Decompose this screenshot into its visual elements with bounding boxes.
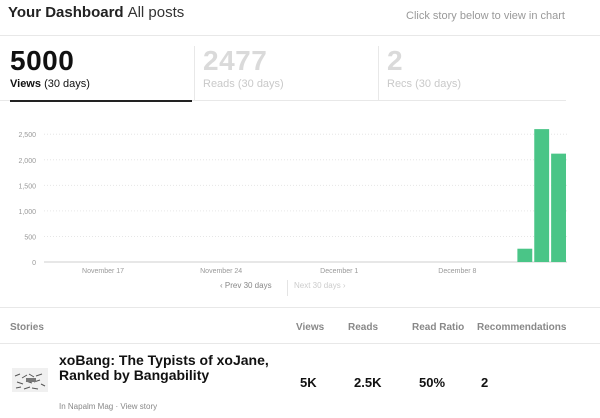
story-read-ratio: 50% bbox=[419, 375, 446, 390]
y-tick-label: 2,500 bbox=[18, 132, 36, 139]
y-tick-label: 2,000 bbox=[18, 158, 36, 165]
chart-bar bbox=[534, 129, 550, 262]
story-reads: 2.5K bbox=[354, 375, 382, 390]
chart-divider bbox=[0, 307, 600, 308]
story-views: 5K bbox=[300, 375, 317, 390]
y-tick-label: 500 bbox=[24, 234, 36, 241]
story-meta: In Napalm Mag · View story bbox=[59, 402, 157, 411]
view-story-link[interactable]: View story bbox=[120, 402, 157, 411]
pager-separator bbox=[287, 280, 288, 296]
story-recommendations: 2 bbox=[481, 375, 489, 390]
y-tick-label: 1,500 bbox=[18, 183, 36, 190]
views-chart[interactable]: 0 500 1,000 1,500 2,000 2,500 November 17 Novem… bbox=[0, 0, 600, 300]
prev-label: Prev 30 days bbox=[224, 281, 272, 290]
prev-30-days-link[interactable]: ‹ Prev 30 days bbox=[220, 281, 272, 290]
col-views[interactable]: Views bbox=[296, 322, 324, 333]
thumbnail-image-icon bbox=[12, 368, 48, 392]
x-tick-label: December 1 bbox=[320, 268, 358, 275]
x-tick-label: November 17 bbox=[82, 268, 124, 275]
next-30-days-link: Next 30 days › bbox=[294, 281, 346, 290]
meta-separator: · bbox=[115, 402, 119, 411]
chart-bar bbox=[551, 153, 566, 262]
col-recommendations[interactable]: Recommendations bbox=[477, 322, 566, 333]
col-reads[interactable]: Reads bbox=[348, 322, 378, 333]
next-label: Next 30 days bbox=[294, 281, 341, 290]
story-title[interactable]: xoBang: The Typists of xoJane, Ranked by… bbox=[59, 353, 269, 383]
col-stories: Stories bbox=[10, 322, 44, 333]
y-tick-label: 1,000 bbox=[18, 209, 36, 216]
story-publication[interactable]: In Napalm Mag bbox=[59, 402, 113, 411]
x-tick-label: December 8 bbox=[438, 268, 476, 275]
col-read-ratio[interactable]: Read Ratio bbox=[412, 322, 464, 333]
table-header-divider bbox=[0, 343, 600, 344]
chart-bar bbox=[517, 248, 533, 262]
story-thumbnail bbox=[12, 368, 48, 392]
y-tick-label: 0 bbox=[32, 260, 36, 267]
x-tick-label: November 24 bbox=[200, 268, 242, 275]
